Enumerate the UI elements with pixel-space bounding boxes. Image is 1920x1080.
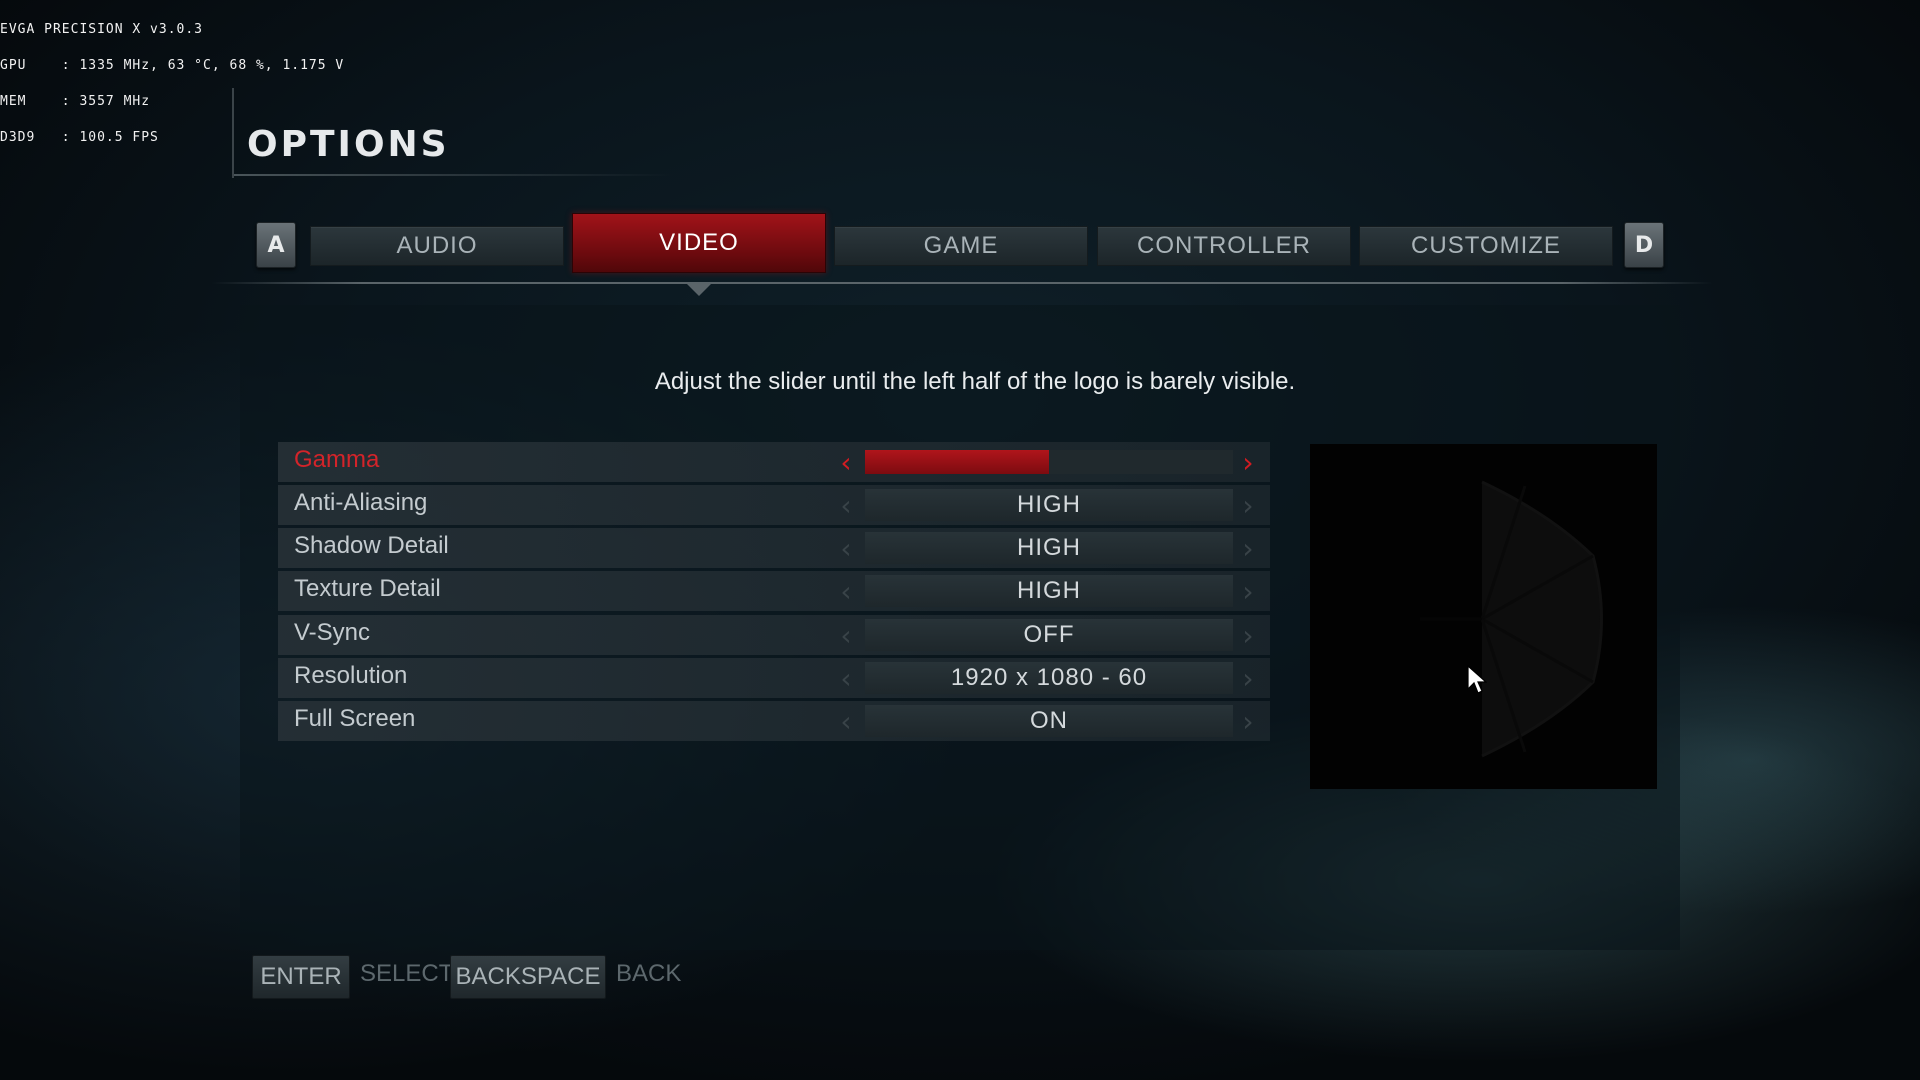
enter-action-label: SELECT	[360, 960, 454, 987]
setting-value: HIGH	[865, 532, 1233, 564]
setting-row-full-screen[interactable]: Full Screen ‹ ON ›	[278, 701, 1270, 741]
arrow-right-icon[interactable]: ›	[1236, 658, 1260, 698]
arrow-right-icon[interactable]: ›	[1236, 615, 1260, 655]
setting-label: Anti-Aliasing	[294, 489, 428, 516]
setting-value: HIGH	[865, 575, 1233, 607]
setting-row-shadow-detail[interactable]: Shadow Detail ‹ HIGH ›	[278, 528, 1270, 568]
tab-controller[interactable]: CONTROLLER	[1097, 226, 1351, 266]
mouse-cursor-icon	[1467, 665, 1487, 694]
arrow-right-icon[interactable]: ›	[1236, 485, 1260, 525]
arrow-right-icon[interactable]: ›	[1236, 571, 1260, 611]
setting-row-vsync[interactable]: V-Sync ‹ OFF ›	[278, 615, 1270, 655]
setting-value: ON	[865, 705, 1233, 737]
backspace-key[interactable]: BACKSPACE	[450, 955, 606, 999]
setting-label: V-Sync	[294, 619, 371, 646]
tab-game[interactable]: GAME	[834, 226, 1088, 266]
enter-key[interactable]: ENTER	[252, 955, 350, 999]
arrow-left-icon[interactable]: ‹	[834, 571, 858, 611]
prev-tab-key[interactable]: A	[256, 222, 296, 268]
arrow-left-icon[interactable]: ‹	[834, 485, 858, 525]
arrow-right-icon[interactable]: ›	[1236, 528, 1260, 568]
umbrella-logo-icon	[1420, 480, 1603, 758]
tab-divider	[212, 282, 1712, 284]
setting-label: Resolution	[294, 662, 408, 689]
gamma-slider[interactable]	[865, 450, 1233, 474]
setting-row-gamma[interactable]: Gamma ‹ ›	[278, 442, 1270, 482]
page-title: OPTIONS	[247, 124, 450, 165]
setting-label: Shadow Detail	[294, 532, 449, 559]
arrow-left-icon[interactable]: ‹	[834, 701, 858, 741]
setting-row-texture-detail[interactable]: Texture Detail ‹ HIGH ›	[278, 571, 1270, 611]
setting-row-anti-aliasing[interactable]: Anti-Aliasing ‹ HIGH ›	[278, 485, 1270, 525]
setting-value: HIGH	[865, 489, 1233, 521]
setting-row-resolution[interactable]: Resolution ‹ 1920 x 1080 - 60 ›	[278, 658, 1270, 698]
next-tab-key[interactable]: D	[1624, 222, 1664, 268]
arrow-left-icon[interactable]: ‹	[834, 442, 858, 482]
back-action-label: BACK	[616, 960, 682, 987]
setting-label: Gamma	[294, 446, 380, 473]
arrow-left-icon[interactable]: ‹	[834, 528, 858, 568]
active-tab-indicator	[687, 284, 711, 296]
setting-value: OFF	[865, 619, 1233, 651]
instructions-text: Adjust the slider until the left half of…	[654, 368, 1296, 395]
arrow-left-icon[interactable]: ‹	[834, 615, 858, 655]
overlay-title: EVGA PRECISION X v3.0.3	[0, 22, 204, 37]
setting-value: 1920 x 1080 - 60	[865, 662, 1233, 694]
gamma-preview	[1310, 444, 1657, 789]
overlay-gpu: GPU : 1335 MHz, 63 °C, 68 %, 1.175 V	[0, 58, 345, 73]
gamma-slider-fill	[865, 450, 1049, 474]
tab-customize[interactable]: CUSTOMIZE	[1359, 226, 1613, 266]
tab-video[interactable]: VIDEO	[572, 213, 826, 273]
arrow-left-icon[interactable]: ‹	[834, 658, 858, 698]
arrow-right-icon[interactable]: ›	[1236, 701, 1260, 741]
tab-audio[interactable]: AUDIO	[310, 226, 564, 266]
arrow-right-icon[interactable]: ›	[1236, 442, 1260, 482]
setting-label: Texture Detail	[294, 575, 441, 602]
setting-label: Full Screen	[294, 705, 416, 732]
